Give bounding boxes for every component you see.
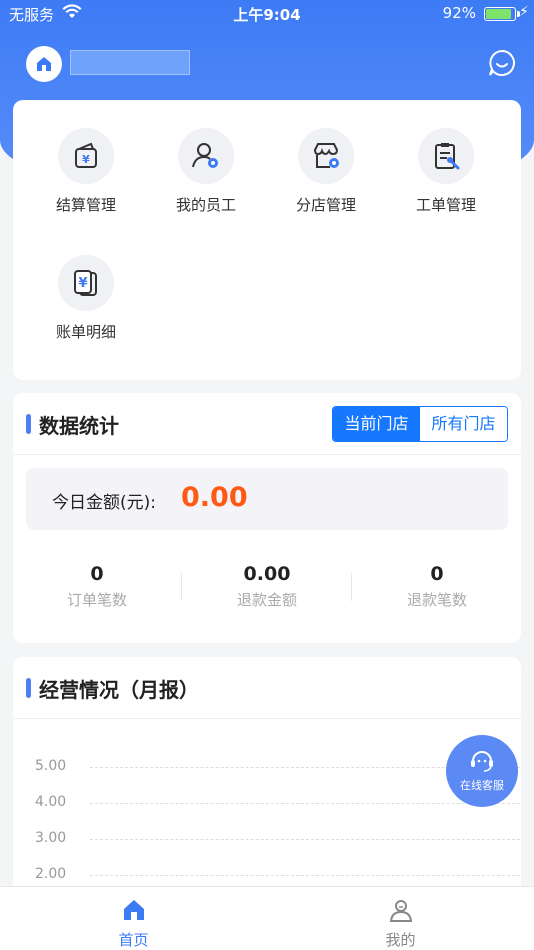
stat-value: 0.00	[243, 563, 291, 585]
stat-label: 订单笔数	[66, 591, 127, 609]
y-tick-label: 3.00	[35, 830, 67, 846]
tab-label: 我的	[385, 931, 416, 949]
store-scope-toggle: 当前门店 所有门店	[332, 406, 508, 442]
charging-icon: ⚡	[519, 4, 529, 20]
stats-title: 数据统计	[39, 414, 119, 438]
menu-label: 结算管理	[55, 196, 116, 214]
y-tick-label: 4.00	[35, 794, 67, 810]
stat-value: 0	[430, 563, 444, 585]
today-amount-panel: 今日金额(元): 0.00	[26, 468, 508, 530]
menu-label: 分店管理	[295, 196, 356, 214]
segment-current-store[interactable]: 当前门店	[333, 407, 420, 441]
stat-refund-count: 0 退款笔数	[353, 563, 521, 610]
menu-label: 账单明细	[55, 323, 116, 341]
chat-bubble-icon[interactable]	[487, 48, 517, 78]
clipboard-wrench-icon	[418, 128, 474, 184]
bill-yuan-icon: ¥	[58, 255, 114, 311]
battery-icon	[484, 7, 516, 21]
stat-order-count: 0 订单笔数	[13, 563, 181, 610]
gridline	[90, 803, 520, 804]
headset-icon	[471, 751, 493, 772]
shop-gear-icon	[298, 128, 354, 184]
section-accent-bar	[26, 414, 31, 434]
operations-title: 经营情况（月报）	[39, 678, 199, 702]
stat-label: 退款笔数	[406, 591, 467, 609]
menu-label: 我的员工	[175, 196, 236, 214]
staff-gear-icon	[178, 128, 234, 184]
svg-text:¥: ¥	[78, 276, 87, 291]
tab-home[interactable]: 首页	[0, 897, 267, 950]
online-service-label: 在线客服	[460, 779, 504, 792]
home-icon	[123, 900, 144, 920]
stats-card: 数据统计 当前门店 所有门店 今日金额(元): 0.00 0 订单笔数 0.00…	[13, 393, 521, 643]
section-accent-bar	[26, 678, 31, 698]
menu-settlement[interactable]: ¥ 结算管理	[26, 128, 146, 215]
y-tick-label: 2.00	[35, 866, 67, 882]
status-bar: 无服务 上午9:04 92% ⚡	[0, 0, 534, 28]
stats-header: 数据统计 当前门店 所有门店	[13, 393, 521, 455]
today-amount-label: 今日金额(元):	[52, 493, 156, 513]
menu-branches[interactable]: 分店管理	[266, 128, 386, 215]
menu-staff[interactable]: 我的员工	[146, 128, 266, 215]
stat-label: 退款金额	[236, 591, 297, 609]
svg-text:¥: ¥	[82, 153, 90, 166]
today-amount-value: 0.00	[181, 482, 248, 513]
operations-header: 经营情况（月报）	[13, 657, 521, 719]
menu-workorders[interactable]: 工单管理	[386, 128, 506, 215]
tab-label: 首页	[118, 931, 149, 949]
menu-label: 工单管理	[415, 196, 476, 214]
stat-refund-amount: 0.00 退款金额	[183, 563, 351, 610]
online-service-button[interactable]: 在线客服	[446, 735, 518, 807]
store-home-icon[interactable]	[26, 46, 62, 82]
tab-mine[interactable]: 我的	[267, 897, 534, 950]
menu-bills[interactable]: ¥ 账单明细	[26, 255, 146, 342]
battery-percent: 92%	[442, 4, 476, 22]
menu-card: ¥ 结算管理 我的员工 分店管理 工单管理 ¥ 账单明细	[13, 100, 521, 380]
wallet-yuan-icon: ¥	[58, 128, 114, 184]
stat-value: 0	[90, 563, 104, 585]
y-tick-label: 5.00	[35, 758, 67, 774]
user-icon	[389, 900, 412, 922]
gridline	[90, 875, 520, 876]
stat-divider	[351, 573, 352, 601]
stat-divider	[181, 573, 182, 601]
tab-bar: 首页 我的	[0, 886, 534, 950]
store-name-placeholder	[70, 50, 190, 75]
segment-all-stores[interactable]: 所有门店	[420, 407, 507, 441]
gridline	[90, 839, 520, 840]
